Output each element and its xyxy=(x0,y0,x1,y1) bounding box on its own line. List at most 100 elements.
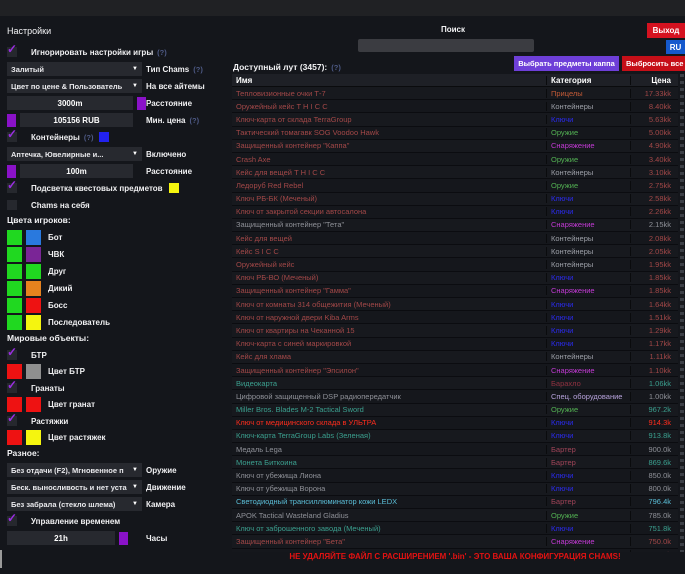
color-swatch[interactable] xyxy=(7,397,22,412)
time-control-checkbox[interactable] xyxy=(7,516,17,526)
movement-dropdown[interactable]: Беск. выносливость и нет уста ▼ xyxy=(7,480,142,494)
color-swatch[interactable] xyxy=(7,298,22,313)
table-row[interactable]: Ключ от наружной двери Kiba ArmsКлючи1.5… xyxy=(232,311,678,324)
table-row[interactable]: Медаль LegaБартер900.0k xyxy=(232,443,678,456)
min-price-color-swatch[interactable] xyxy=(7,114,16,127)
table-row[interactable]: Ключ от медицинского склада в УЛЬТРАКлюч… xyxy=(232,417,678,430)
color-swatch[interactable] xyxy=(7,281,22,296)
table-row[interactable]: Защищенный контейнер "Гамма"Снаряжение1.… xyxy=(232,285,678,298)
tripwires-checkbox[interactable] xyxy=(7,416,17,426)
table-row[interactable]: Кейс для хламаКонтейнеры1.11kk xyxy=(232,351,678,364)
table-row[interactable]: ВидеокартаБарахло1.06kk xyxy=(232,377,678,390)
table-row[interactable]: Светодиодный трансиллюминатор кожи LEDXБ… xyxy=(232,496,678,509)
color-swatch[interactable] xyxy=(7,364,22,379)
search-input[interactable] xyxy=(358,39,534,52)
chams-self-checkbox[interactable] xyxy=(7,200,17,210)
color-swatch[interactable] xyxy=(7,315,22,330)
table-row[interactable]: Ключ от убежища ЛионаКлючи850.0k xyxy=(232,469,678,482)
help-icon[interactable]: (?) xyxy=(331,63,341,72)
color-swatch[interactable] xyxy=(7,230,22,245)
help-icon[interactable]: (?) xyxy=(190,116,200,125)
chams-type-dropdown[interactable]: Залитый ▼ xyxy=(7,62,142,76)
help-icon[interactable]: (?) xyxy=(84,133,94,142)
item-price-cell: 1.06kk xyxy=(630,379,678,388)
table-row[interactable]: Кейс для вещей T H I C CКонтейнеры3.10kk xyxy=(232,166,678,179)
table-row[interactable]: Ледоруб Red RebelОружие2.75kk xyxy=(232,179,678,192)
table-row[interactable]: Ключ от заброшенного завода (Меченый)Клю… xyxy=(232,522,678,535)
table-row[interactable]: Miller Bros. Blades M-2 Tactical SwordОр… xyxy=(232,404,678,417)
table-row[interactable]: Ключ от убежища ВоронаКлючи800.0k xyxy=(232,483,678,496)
panel-scrollbar[interactable] xyxy=(0,550,2,568)
table-row[interactable]: Ключ-карта с синей маркировкойКлючи1.17k… xyxy=(232,338,678,351)
item-name-cell: Монета Биткоина xyxy=(232,458,546,467)
exit-button[interactable]: Выход xyxy=(647,23,685,38)
help-icon[interactable]: (?) xyxy=(157,48,167,57)
containers-color-swatch[interactable] xyxy=(99,132,109,142)
item-category-cell: Ключи xyxy=(546,471,630,480)
camera-dropdown[interactable]: Без забрала (стекло шлема) ▼ xyxy=(7,497,142,511)
table-row[interactable]: Ключ РБ-ВО (Меченый)Ключи1.85kk xyxy=(232,272,678,285)
table-row[interactable]: Тепловизионные очки Т-7Прицелы17.33kk xyxy=(232,87,678,100)
color-swatch[interactable] xyxy=(26,298,41,313)
included-dropdown[interactable]: Аптечка, Ювелирные и... ▼ xyxy=(7,147,142,161)
language-button[interactable]: RU xyxy=(666,40,685,54)
table-row[interactable]: Оружейный кейс T H I C CКонтейнеры8.40kk xyxy=(232,100,678,113)
color-swatch[interactable] xyxy=(7,430,22,445)
table-row[interactable]: Ключ-карта TerraGroup Labs (Зеленая)Ключ… xyxy=(232,430,678,443)
color-swatch[interactable] xyxy=(26,264,41,279)
weapon-dropdown[interactable]: Без отдачи (F2), Мгновенное п ▼ xyxy=(7,463,142,477)
table-row[interactable]: Монета БиткоинаБартер869.6k xyxy=(232,456,678,469)
btr-checkbox[interactable] xyxy=(7,350,17,360)
quest-highlight-checkbox[interactable] xyxy=(7,183,17,193)
table-row[interactable]: Оружейный кейсКонтейнеры1.95kk xyxy=(232,258,678,271)
table-row[interactable]: Crash AxeОружие3.40kk xyxy=(232,153,678,166)
column-header-price[interactable]: Цена xyxy=(630,76,678,85)
table-row[interactable]: Тактический томагавк SOG Voodoo HawkОруж… xyxy=(232,127,678,140)
hours-color-swatch[interactable] xyxy=(119,532,128,545)
color-swatch[interactable] xyxy=(7,247,22,262)
table-row[interactable]: Защищенный контейнер "Тета"Снаряжение2.1… xyxy=(232,219,678,232)
tripwire-color-row: Цвет растяжек xyxy=(7,430,230,445)
distance-input[interactable]: 3000m xyxy=(7,96,133,110)
table-row[interactable]: Ключ-карта от склада TerraGroupКлючи5.63… xyxy=(232,113,678,126)
table-row[interactable]: Ключ от комнаты 314 общежития (Меченый)К… xyxy=(232,298,678,311)
color-swatch[interactable] xyxy=(26,397,41,412)
color-swatch[interactable] xyxy=(26,364,41,379)
drop-all-button[interactable]: Выбросить все xyxy=(622,56,685,71)
table-row[interactable]: Цифровой защищенный DSP радиопередатчикС… xyxy=(232,390,678,403)
color-swatch[interactable] xyxy=(26,281,41,296)
min-price-input[interactable]: 105156 RUB xyxy=(20,113,133,127)
color-swatch[interactable] xyxy=(26,247,41,262)
quest-highlight-color-swatch[interactable] xyxy=(169,183,179,193)
grenades-checkbox[interactable] xyxy=(7,383,17,393)
included-distance-input[interactable]: 100m xyxy=(20,164,133,178)
color-mode-dropdown[interactable]: Цвет по цене & Пользователь ▼ xyxy=(7,79,142,93)
help-icon[interactable]: (?) xyxy=(193,65,203,74)
included-distance-color-swatch[interactable] xyxy=(7,165,16,178)
table-row[interactable]: Ключ РБ-БК (Меченый)Ключи2.58kk xyxy=(232,193,678,206)
containers-checkbox[interactable] xyxy=(7,132,17,142)
color-swatch[interactable] xyxy=(26,315,41,330)
item-category-cell: Ключи xyxy=(546,339,630,348)
player-colors-rows: БотЧВКДругДикийБоссПоследователь xyxy=(7,230,230,330)
ignore-game-settings-checkbox[interactable] xyxy=(7,47,17,57)
quest-highlight-row: Подсветка квестовых предметов xyxy=(7,181,230,195)
item-category-cell: Снаряжение xyxy=(546,141,630,150)
table-row[interactable]: Кейс S I C CКонтейнеры2.05kk xyxy=(232,245,678,258)
color-swatch[interactable] xyxy=(26,230,41,245)
table-row[interactable]: Защищенный контейнер "Эпсилон"Снаряжение… xyxy=(232,364,678,377)
table-row[interactable]: Кейс для вещейКонтейнеры2.08kk xyxy=(232,232,678,245)
table-row[interactable]: Ключ от закрытой секции автосалонаКлючи2… xyxy=(232,206,678,219)
select-kappa-items-button[interactable]: Выбрать предметы каппа xyxy=(514,56,619,71)
column-header-category[interactable]: Категория xyxy=(546,76,630,85)
table-scrollbar[interactable] xyxy=(680,74,684,552)
column-header-name[interactable]: Имя xyxy=(232,76,546,85)
table-row[interactable]: Защищенный контейнер "Каппа"Снаряжение4.… xyxy=(232,140,678,153)
distance-color-swatch[interactable] xyxy=(137,97,146,110)
table-row[interactable]: Ключ от квартиры на Чеканной 15Ключи1.29… xyxy=(232,324,678,337)
hours-input[interactable]: 21h xyxy=(7,531,115,545)
color-swatch[interactable] xyxy=(26,430,41,445)
table-row[interactable]: APOK Tactical Wasteland GladiusОружие785… xyxy=(232,509,678,522)
color-swatch[interactable] xyxy=(7,264,22,279)
table-row[interactable]: Защищенный контейнер "Бета"Снаряжение750… xyxy=(232,535,678,548)
